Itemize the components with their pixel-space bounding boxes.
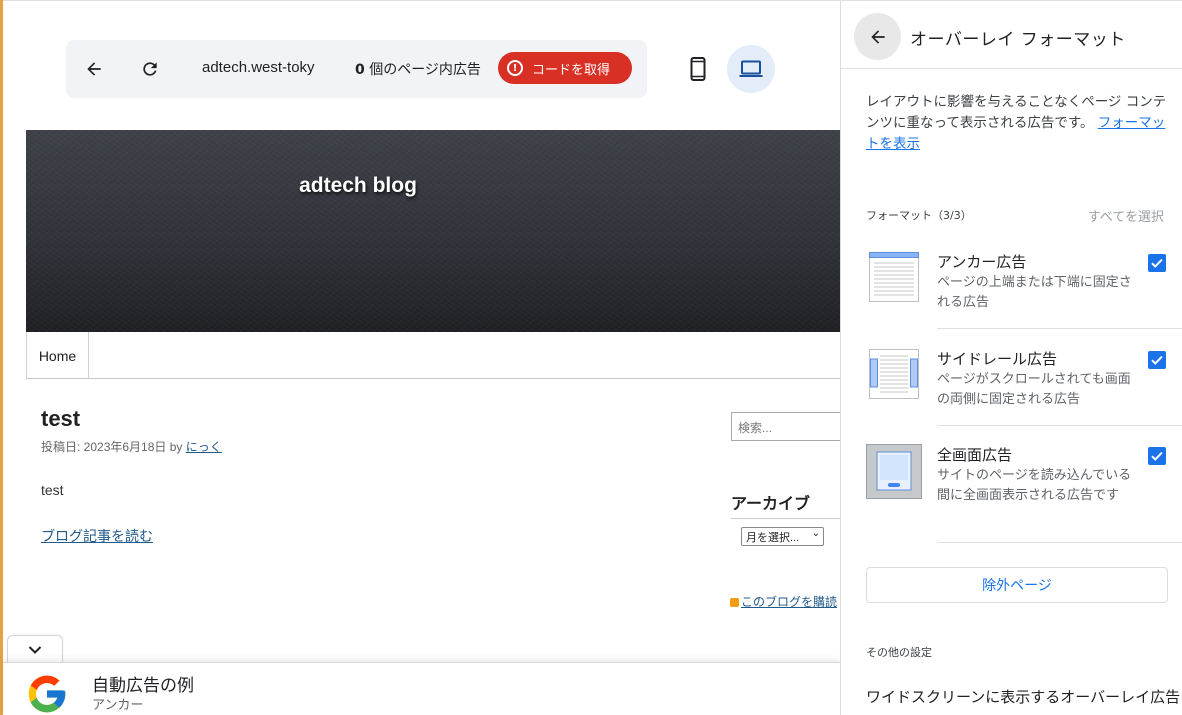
nav-home-link[interactable]: Home	[27, 332, 89, 379]
anchor-ad-example: 自動広告の例 アンカー	[3, 662, 840, 715]
excluded-pages-button[interactable]: 除外ページ	[866, 567, 1168, 603]
anchor-ad-icon	[866, 251, 920, 305]
format-checkbox-side-rail[interactable]	[1148, 351, 1166, 369]
post-body: test	[41, 482, 64, 498]
site-nav: Home	[26, 332, 840, 379]
month-select[interactable]: 月を選択... ⌄	[741, 527, 824, 546]
read-more-link[interactable]: ブログ記事を読む	[41, 526, 153, 546]
format-name: アンカー広告	[937, 253, 1027, 271]
format-name: 全画面広告	[937, 446, 1013, 464]
widescreen-overlay-setting[interactable]: ワイドスクリーンに表示するオーバーレイ広告?	[866, 685, 1182, 715]
select-chevron-icon: ⌄	[811, 528, 820, 539]
check-icon	[1151, 355, 1163, 365]
check-icon	[1151, 258, 1163, 268]
get-code-button[interactable]: ! コードを取得	[498, 52, 632, 84]
post-title: test	[41, 406, 81, 431]
ad-count: 0 個のページ内広告	[355, 59, 481, 79]
select-all-link[interactable]: すべてを選択	[1088, 206, 1164, 225]
error-icon: !	[507, 60, 523, 76]
format-desc: サイトのページを読み込んでいる間に全画面表示される広告です	[937, 468, 1132, 503]
desktop-device-icon[interactable]	[727, 45, 775, 93]
format-checkbox-anchor[interactable]	[1148, 254, 1166, 272]
widescreen-setting-label: ワイドスクリーンに表示するオーバーレイ広告	[866, 688, 1181, 706]
post-date: 投稿日: 2023年6月18日 by	[41, 440, 186, 454]
reload-icon[interactable]	[135, 54, 165, 84]
ad-count-number: 0	[355, 62, 365, 78]
google-logo-icon	[25, 672, 69, 715]
divider	[937, 425, 1182, 426]
formats-label: フォーマット（3/3）	[866, 209, 972, 222]
overlay-format-panel: オーバーレイ フォーマット レイアウトに影響を与えることなくページ コンテンツに…	[840, 0, 1182, 715]
check-icon	[1151, 451, 1163, 461]
get-code-label: コードを取得	[532, 62, 611, 78]
format-name: サイドレール広告	[937, 350, 1058, 368]
archive-heading: アーカイブ	[731, 490, 843, 519]
month-select-label: 月を選択...	[746, 531, 800, 544]
vignette-ad-icon	[866, 444, 922, 499]
back-arrow-icon	[870, 29, 885, 44]
format-desc: ページがスクロールされても画面の両側に固定される広告	[937, 372, 1131, 407]
format-desc: ページの上端または下端に固定される広告	[937, 275, 1132, 310]
format-checkbox-vignette[interactable]	[1148, 447, 1166, 465]
chevron-down-icon	[28, 645, 42, 654]
panel-back-button[interactable]	[854, 13, 901, 60]
rss-icon	[730, 598, 739, 608]
mobile-device-icon[interactable]	[681, 46, 715, 92]
rss-subscribe-link[interactable]: このブログを購読	[730, 593, 837, 610]
divider	[937, 328, 1182, 329]
anchor-ad-subtitle: アンカー	[92, 698, 144, 713]
side-rail-ad-icon	[866, 348, 920, 402]
site-title: adtech blog	[299, 174, 417, 197]
post-meta: 投稿日: 2023年6月18日 by にっく	[41, 438, 222, 455]
site-domain: adtech.west-toky	[202, 59, 315, 76]
site-preview: adtech blog Home	[26, 130, 840, 380]
anchor-ad-title: 自動広告の例	[92, 676, 194, 696]
back-arrow-icon[interactable]	[79, 54, 109, 84]
post-author-link[interactable]: にっく	[186, 440, 222, 454]
divider	[937, 542, 1182, 543]
other-settings-label: その他の設定	[866, 646, 932, 659]
panel-title: オーバーレイ フォーマット	[910, 30, 1126, 50]
site-header-banner: adtech blog	[26, 130, 840, 332]
rss-label: このブログを購読	[741, 595, 838, 609]
ad-count-label: 個のページ内広告	[364, 62, 481, 78]
panel-header: オーバーレイ フォーマット	[841, 1, 1182, 69]
preview-area: adtech.west-toky 0 個のページ内広告 ! コードを取得 adt…	[3, 0, 843, 715]
preview-toolbar: adtech.west-toky 0 個のページ内広告 ! コードを取得	[66, 40, 647, 98]
collapse-anchor-button[interactable]	[7, 635, 63, 663]
panel-description: レイアウトに影響を与えることなくページ コンテンツに重なって表示される広告です。…	[866, 92, 1168, 155]
site-search-input[interactable]: 検索...	[731, 412, 843, 441]
